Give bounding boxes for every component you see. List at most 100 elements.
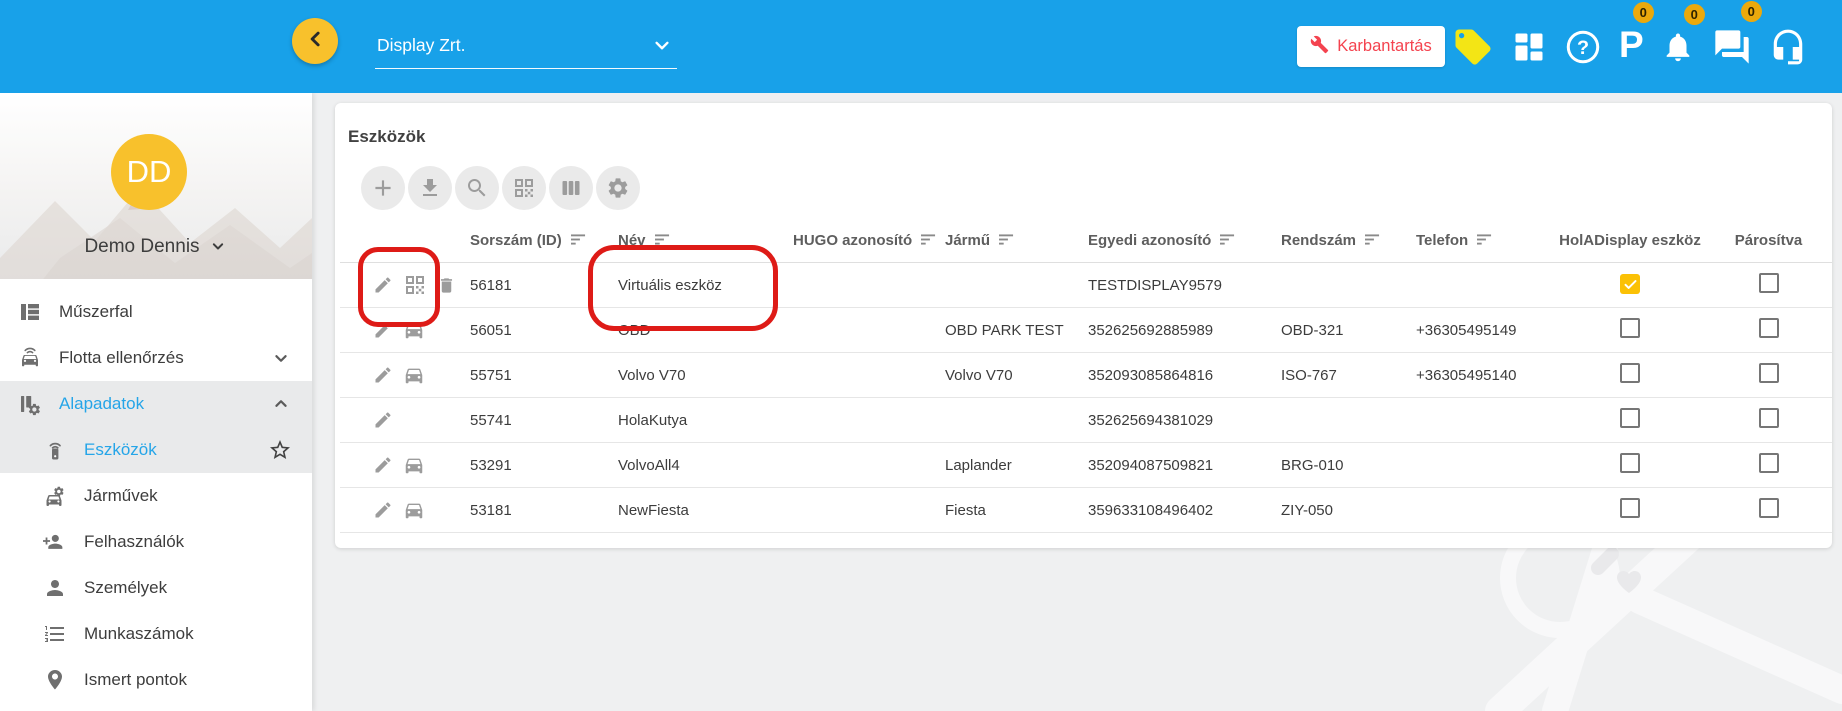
sidebar-item-muszerfal[interactable]: Műszerfal (0, 289, 312, 335)
parositva-checkbox[interactable] (1759, 498, 1779, 518)
search-icon (465, 176, 489, 200)
sidebar-item-szemelyek[interactable]: Személyek (0, 565, 312, 611)
column-header-telefon[interactable]: Telefon (1413, 218, 1555, 263)
parositva-checkbox[interactable] (1759, 408, 1779, 428)
cell-parositva (1705, 488, 1832, 533)
map-pin-icon (43, 668, 67, 692)
sidebar-item-label: Járművek (84, 486, 158, 506)
cell-egyedi: 352625692885989 (1085, 308, 1278, 353)
cell-hugo (790, 353, 940, 398)
sidebar-item-jarmuvek[interactable]: Járművek (0, 473, 312, 519)
cell-rendszam: ZIY-050 (1278, 488, 1413, 533)
toolbar-search-button[interactable] (455, 166, 499, 210)
car-row-action-icon[interactable] (403, 499, 425, 521)
cell-parositva (1705, 308, 1832, 353)
hola-checkbox[interactable] (1620, 498, 1640, 518)
cell-nev: OBD (615, 308, 790, 353)
sidebar-menu: MűszerfalFlotta ellenőrzés Alapadatok Eszk… (0, 289, 312, 703)
sidebar-item-ismert[interactable]: Ismert pontok (0, 657, 312, 703)
column-header-rendszam[interactable]: Rendszám (1278, 218, 1413, 263)
maintenance-button[interactable]: Karbantartás (1297, 26, 1445, 67)
edit-row-action-icon[interactable] (373, 320, 393, 340)
dashboard-list-icon (18, 300, 42, 324)
column-header-jarmu[interactable]: Jármű (940, 218, 1085, 263)
parositva-checkbox[interactable] (1759, 453, 1779, 473)
cell-jarmu (940, 398, 1085, 443)
edit-row-action-icon[interactable] (373, 500, 393, 520)
cell-egyedi: 352625694381029 (1085, 398, 1278, 443)
parositva-checkbox[interactable] (1759, 363, 1779, 383)
sidebar-item-felhasznalok[interactable]: Felhasználók (0, 519, 312, 565)
car-row-action-icon[interactable] (403, 319, 425, 341)
cell-sorszam: 55741 (460, 398, 615, 443)
sidebar-item-label: Munkaszámok (84, 624, 194, 644)
back-button[interactable] (292, 18, 338, 64)
toolbar-columns-button[interactable] (549, 166, 593, 210)
toolbar-add-button[interactable] (361, 166, 405, 210)
sidebar-item-label: Személyek (84, 578, 167, 598)
headset-icon[interactable] (1769, 28, 1807, 66)
cell-sorszam: 55751 (460, 353, 615, 398)
sidebar-item-label: Ismert pontok (84, 670, 187, 690)
sidebar-item-eszkozok[interactable]: Eszközök (0, 427, 312, 473)
help-icon[interactable]: ? (1564, 28, 1602, 66)
badge-count: 0 (1633, 2, 1654, 23)
cell-sorszam: 53181 (460, 488, 615, 533)
cell-nev: Volvo V70 (615, 353, 790, 398)
toolbar-qr-button[interactable] (502, 166, 546, 210)
hola-checkbox[interactable] (1620, 453, 1640, 473)
tag-icon[interactable] (1452, 26, 1494, 68)
sidebar-item-label: Alapadatok (59, 394, 144, 414)
parositva-checkbox[interactable] (1759, 318, 1779, 338)
chevron-down-icon (649, 32, 675, 63)
cell-rendszam (1278, 263, 1413, 308)
person-icon (43, 576, 67, 600)
cell-rendszam: ISO-767 (1278, 353, 1413, 398)
columns-icon (559, 176, 583, 200)
table-row: 55751Volvo V70Volvo V70352093085864816IS… (340, 353, 1832, 398)
cell-telefon (1413, 488, 1555, 533)
notifications-icon[interactable]: 0 (1661, 30, 1695, 64)
column-header-egyedi[interactable]: Egyedi azonosító (1085, 218, 1278, 263)
sidebar-item-alapadatok[interactable]: Alapadatok (0, 381, 312, 427)
dashboard-icon[interactable] (1511, 29, 1547, 65)
parking-icon[interactable]: P0 (1619, 28, 1644, 65)
column-header-nev[interactable]: Név (615, 218, 790, 263)
star-icon[interactable] (268, 438, 292, 462)
download-icon (418, 176, 442, 200)
hola-checkbox[interactable] (1620, 318, 1640, 338)
edit-row-action-icon[interactable] (373, 410, 393, 430)
messages-icon[interactable]: 0 (1712, 27, 1752, 67)
sidebar-item-flotta[interactable]: Flotta ellenőrzés (0, 335, 312, 381)
edit-row-action-icon[interactable] (373, 455, 393, 475)
hola-checkbox[interactable] (1620, 408, 1640, 428)
user-name: Demo Dennis (84, 236, 199, 257)
edit-row-action-icon[interactable] (373, 275, 393, 295)
cell-egyedi: TESTDISPLAY9579 (1085, 263, 1278, 308)
company-select[interactable]: Display Zrt. (375, 28, 677, 69)
table-toolbar (361, 166, 640, 210)
user-menu[interactable]: Demo Dennis (0, 236, 312, 258)
cell-sorszam: 53291 (460, 443, 615, 488)
hola-checkbox-checked[interactable] (1620, 274, 1640, 294)
sidebar-item-munkaszamok[interactable]: Munkaszámok (0, 611, 312, 657)
vehicle-gear-icon (43, 484, 67, 508)
column-header-hola: HolADisplay eszköz (1555, 218, 1705, 263)
table-row: 56181Virtuális eszközTESTDISPLAY9579 (340, 263, 1832, 308)
hola-checkbox[interactable] (1620, 363, 1640, 383)
avatar[interactable]: DD (111, 134, 187, 210)
cell-parositva (1705, 398, 1832, 443)
delete-row-action-icon[interactable] (437, 276, 456, 295)
fleet-check-icon (18, 346, 42, 370)
toolbar-settings-button[interactable] (596, 166, 640, 210)
column-header-hugo[interactable]: HUGO azonosító (790, 218, 940, 263)
parositva-checkbox[interactable] (1759, 273, 1779, 293)
edit-row-action-icon[interactable] (373, 365, 393, 385)
toolbar-download-button[interactable] (408, 166, 452, 210)
qr-row-action-icon[interactable] (403, 273, 427, 297)
car-row-action-icon[interactable] (403, 364, 425, 386)
cell-hugo (790, 398, 940, 443)
cell-rendszam: BRG-010 (1278, 443, 1413, 488)
column-header-sorszam[interactable]: Sorszám (ID) (460, 218, 615, 263)
car-row-action-icon[interactable] (403, 454, 425, 476)
